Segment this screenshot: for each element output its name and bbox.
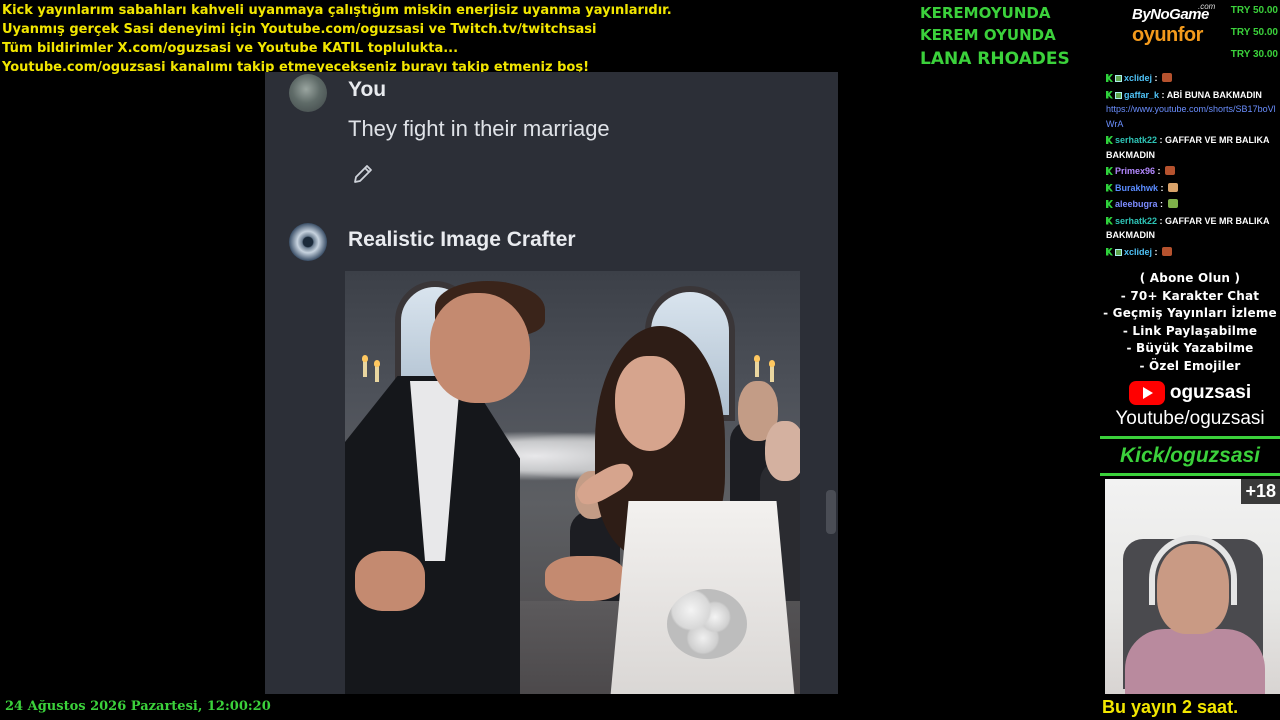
user-name: You	[348, 78, 387, 101]
promo-panel: ( Abone Olun ) - 70+ Karakter Chat - Geç…	[1100, 270, 1280, 476]
chat-separator: :	[1157, 215, 1166, 226]
groom-head	[430, 293, 530, 403]
kick-badge-icon	[1106, 167, 1113, 175]
banner-line: Uyanmış gerçek Sasi deneyimi için Youtub…	[2, 22, 597, 37]
chat-username[interactable]: Primex96	[1115, 166, 1155, 176]
youtube-row: oguzsasi	[1100, 380, 1280, 406]
sponsor-name-bottom: oyunfor	[1132, 24, 1203, 46]
chat-separator: :	[1157, 199, 1166, 209]
promo-line: ( Abone Olun )	[1139, 271, 1241, 285]
chat-username[interactable]: Burakhwk	[1115, 183, 1158, 193]
subscriber-badge-icon	[1115, 91, 1122, 99]
event-name: LANA RHOADES	[920, 49, 1070, 69]
chat-link[interactable]: https://www.youtube.com/shorts/SB17boVlW…	[1106, 102, 1280, 131]
banner-line: Kick yayınlarım sabahları kahveli uyanma…	[2, 3, 672, 18]
edit-pencil-icon[interactable]	[351, 162, 375, 186]
chat-separator: :	[1158, 182, 1167, 193]
chat-emote-icon	[1165, 166, 1176, 175]
event-name: KEREM OYUNDA	[920, 26, 1056, 44]
chat-emote-icon	[1162, 73, 1173, 82]
kick-badge-icon	[1106, 247, 1113, 256]
chat-username[interactable]: xclidej	[1124, 247, 1152, 257]
chat-message: xclidej :	[1106, 244, 1280, 261]
candle	[754, 355, 760, 377]
bot-name: Realistic Image Crafter	[348, 228, 576, 251]
chat-separator: :	[1155, 166, 1164, 176]
chat-separator: :	[1159, 89, 1167, 100]
chat-separator: :	[1152, 246, 1161, 257]
candle	[362, 355, 368, 377]
chat-message: aleebugra :	[1106, 196, 1280, 213]
webcam-feed: +18	[1105, 479, 1280, 694]
promo-line: - Büyük Yazabilme	[1126, 341, 1254, 356]
chat-username[interactable]: xclidej	[1124, 73, 1152, 83]
kick-badge-icon	[1106, 183, 1113, 192]
event-name: KEREMOYUNDA	[920, 4, 1051, 22]
promo-line: - Geçmiş Yayınları İzleme	[1103, 306, 1277, 321]
chat-username[interactable]: serhatk22	[1115, 135, 1157, 145]
promo-line: - Özel Emojiler	[1139, 358, 1241, 373]
sponsor-logo: .com ByNoGame oyunfor	[1128, 2, 1224, 50]
subscriber-badge-icon	[1115, 75, 1122, 82]
kick-badge-icon	[1106, 74, 1113, 82]
kick-badge-icon	[1106, 216, 1113, 225]
scrollbar-thumb[interactable]	[826, 490, 836, 534]
candle	[374, 360, 380, 382]
chat-message: Burakhwk :	[1106, 180, 1280, 197]
age-rating-badge: +18	[1241, 479, 1280, 504]
chat-username[interactable]: serhatk22	[1115, 216, 1157, 226]
youtube-channel-name: oguzsasi	[1169, 381, 1252, 403]
donation-amount: TRY 30.00	[1230, 49, 1278, 60]
chat-message: gaffar_k : ABİ BUNA BAKMADIN https://www.…	[1106, 87, 1280, 133]
chat-message: xclidej :	[1106, 70, 1280, 87]
top-banner: Kick yayınlarım sabahları kahveli uyanma…	[2, 1, 902, 77]
chat-separator: :	[1157, 135, 1166, 145]
sponsor-name-top: ByNoGame	[1132, 6, 1209, 23]
donation-amount: TRY 50.00	[1230, 27, 1278, 38]
chat-text: ABİ BUNA BAKMADIN	[1166, 89, 1262, 100]
kick-badge-icon	[1106, 90, 1113, 99]
donation-amount: TRY 50.00	[1230, 5, 1278, 16]
youtube-url: Youtube/oguzsasi	[1115, 407, 1265, 429]
kick-channel: Kick/oguzsasi	[1119, 443, 1261, 467]
kick-badge-icon	[1106, 136, 1113, 144]
streamer-torso	[1125, 629, 1265, 694]
chat-message: serhatk22 : GAFFAR VE MR BALIKA BAKMADIN	[1106, 213, 1280, 244]
candle	[769, 360, 775, 382]
bot-avatar	[289, 223, 327, 261]
banner-line: Tüm bildirimler X.com/oguzsasi ve Youtub…	[2, 41, 459, 56]
chat-separator: :	[1152, 73, 1161, 83]
chat-username[interactable]: aleebugra	[1115, 199, 1158, 209]
subscriber-badge-icon	[1115, 248, 1122, 256]
generated-image[interactable]	[345, 271, 800, 694]
bouquet	[667, 589, 747, 659]
wedding-guest	[765, 421, 800, 481]
stream-notice: Bu yayın 2 saat.	[1102, 697, 1239, 717]
groom-hand	[545, 556, 625, 601]
chat-emote-icon	[1162, 246, 1173, 256]
chat-message: serhatk22 : GAFFAR VE MR BALIKA BAKMADIN	[1106, 132, 1280, 163]
video-frame: You They fight in their marriage Realist…	[265, 72, 838, 694]
bride-face	[615, 356, 685, 451]
date-time: 24 Ağustos 2026 Pazartesi, 12:00:20	[5, 699, 271, 714]
groom-hand	[355, 551, 425, 611]
chat-message: Primex96 :	[1106, 163, 1280, 180]
promo-line: - 70+ Karakter Chat	[1120, 288, 1260, 303]
chat-emote-icon	[1168, 182, 1179, 192]
youtube-icon	[1128, 380, 1165, 405]
recent-events: KEREMOYUNDA KEREM OYUNDA LANA RHOADES	[920, 2, 1070, 73]
chat-emote-icon	[1167, 199, 1178, 208]
donation-list: TRY 50.00 TRY 50.00 TRY 30.00	[1218, 0, 1278, 66]
chat-username[interactable]: gaffar_k	[1124, 90, 1159, 100]
kick-banner: Kick/oguzsasi	[1100, 435, 1280, 476]
user-avatar	[289, 74, 327, 112]
chat-feed: xclidej : gaffar_k : ABİ BUNA BAKMADIN ht…	[1106, 70, 1280, 260]
kick-badge-icon	[1106, 200, 1113, 208]
user-message: They fight in their marriage	[348, 116, 610, 141]
promo-line: - Link Paylaşabilme	[1122, 323, 1258, 338]
